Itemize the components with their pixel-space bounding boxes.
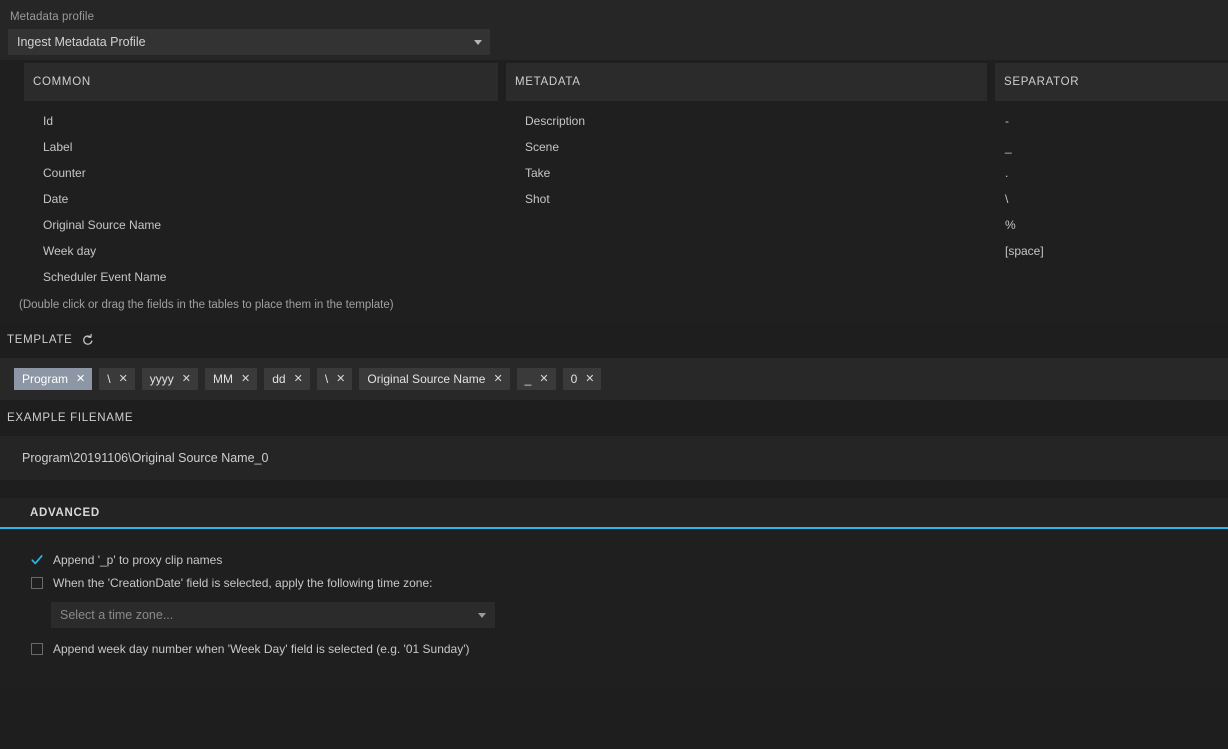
template-chip[interactable]: \ ✕ [99, 368, 135, 390]
metadata-table-header: METADATA [506, 63, 987, 101]
metadata-fields-table: METADATA Description Scene Take Shot [506, 63, 987, 295]
list-item[interactable]: \ [995, 186, 1228, 212]
separator-table-body: - _ . \ % [space] [995, 101, 1228, 295]
timezone-select-wrapper: Select a time zone... [0, 593, 1228, 628]
option-label: Append week day number when 'Week Day' f… [53, 641, 470, 656]
field-tables-region: COMMON Id Label Counter Date Original So… [0, 60, 1228, 322]
template-title-text: TEMPLATE [7, 334, 73, 346]
advanced-region: ADVANCED Append '_p' to proxy clip names… [0, 498, 1228, 687]
list-item[interactable]: _ [995, 134, 1228, 160]
reset-arrow-icon[interactable] [81, 333, 95, 347]
template-chip-label: \ [324, 372, 329, 386]
advanced-body: Append '_p' to proxy clip names When the… [0, 529, 1228, 659]
metadata-profile-label: Metadata profile [10, 11, 95, 23]
common-table-body: Id Label Counter Date Original Source Na… [24, 101, 498, 295]
metadata-profile-select[interactable]: Ingest Metadata Profile [8, 29, 490, 55]
template-chip[interactable]: MM ✕ [205, 368, 258, 390]
template-chip[interactable]: 0 ✕ [562, 368, 602, 390]
template-chip-label: dd [272, 372, 286, 386]
template-chip[interactable]: _ ✕ [516, 368, 556, 390]
field-tables-row: COMMON Id Label Counter Date Original So… [0, 63, 1228, 295]
list-item[interactable]: Date [24, 186, 498, 212]
template-chips-bar[interactable]: Program ✕ \ ✕ yyyy ✕ MM ✕ dd ✕ \ ✕ Original Source N… [0, 358, 1228, 400]
list-item[interactable]: Scene [506, 134, 987, 160]
separator-table-header: SEPARATOR [995, 63, 1228, 101]
template-region: TEMPLATE Program ✕ \ ✕ yyyy ✕ MM ✕ dd ✕ \ ✕ Original… [0, 322, 1228, 400]
separator-fields-table: SEPARATOR - _ . \ % [space] [995, 63, 1228, 295]
close-icon[interactable]: ✕ [182, 373, 191, 385]
example-filename-region: EXAMPLE FILENAME Program\20191106\Origin… [0, 400, 1228, 480]
example-section-title: EXAMPLE FILENAME [0, 400, 1228, 436]
list-item[interactable]: Scheduler Event Name [24, 264, 498, 290]
common-table-header: COMMON [24, 63, 498, 101]
list-item[interactable]: % [995, 212, 1228, 238]
close-icon[interactable]: ✕ [336, 373, 345, 385]
list-item[interactable]: Take [506, 160, 987, 186]
close-icon[interactable]: ✕ [539, 373, 548, 385]
template-chip-label: Original Source Name [367, 372, 486, 386]
template-chip-label: 0 [570, 372, 578, 386]
list-item[interactable]: Shot [506, 186, 987, 212]
list-item[interactable]: [space] [995, 238, 1228, 264]
template-chip[interactable]: yyyy ✕ [141, 368, 199, 390]
template-section-title: TEMPLATE [0, 322, 1228, 358]
template-chip-label: _ [524, 372, 532, 386]
checkbox-unchecked-icon[interactable] [31, 642, 43, 655]
advanced-section-header: ADVANCED [0, 498, 1228, 527]
list-item[interactable]: Counter [24, 160, 498, 186]
option-label: Append '_p' to proxy clip names [53, 552, 223, 567]
list-item[interactable]: Original Source Name [24, 212, 498, 238]
option-creationdate-timezone[interactable]: When the 'CreationDate' field is selecte… [0, 572, 1228, 593]
template-chip[interactable]: Original Source Name ✕ [359, 368, 510, 390]
template-chip[interactable]: dd ✕ [264, 368, 310, 390]
template-chip-label: yyyy [149, 372, 174, 386]
list-item[interactable]: Description [506, 108, 987, 134]
metadata-table-body: Description Scene Take Shot [506, 101, 987, 295]
template-chip-label: Program [22, 372, 69, 386]
template-chip-label: MM [213, 372, 234, 386]
close-icon[interactable]: ✕ [241, 373, 250, 385]
option-append-proxy-suffix[interactable]: Append '_p' to proxy clip names [0, 549, 1228, 570]
checkbox-unchecked-icon[interactable] [31, 576, 43, 589]
list-item[interactable]: - [995, 108, 1228, 134]
template-chip[interactable]: \ ✕ [316, 368, 353, 390]
timezone-select[interactable]: Select a time zone... [51, 602, 495, 628]
timezone-placeholder: Select a time zone... [60, 608, 174, 622]
chevron-down-icon [474, 40, 482, 45]
close-icon[interactable]: ✕ [76, 373, 85, 385]
list-item[interactable]: Week day [24, 238, 498, 264]
template-chip-label: \ [107, 372, 111, 386]
list-item[interactable]: Label [24, 134, 498, 160]
metadata-profile-value: Ingest Metadata Profile [17, 35, 146, 49]
list-item[interactable]: . [995, 160, 1228, 186]
common-fields-table: COMMON Id Label Counter Date Original So… [24, 63, 498, 295]
list-item[interactable]: Id [24, 108, 498, 134]
option-append-week-day-number[interactable]: Append week day number when 'Week Day' f… [0, 638, 1228, 659]
option-label: When the 'CreationDate' field is selecte… [53, 575, 433, 590]
chevron-down-icon [478, 613, 486, 618]
example-filename-value: Program\20191106\Original Source Name_0 [0, 436, 1228, 480]
drag-fields-hint: (Double click or drag the fields in the … [19, 299, 394, 311]
close-icon[interactable]: ✕ [585, 373, 594, 385]
template-chip[interactable]: Program ✕ [14, 368, 93, 390]
metadata-profile-section: Metadata profile Ingest Metadata Profile [0, 0, 1228, 60]
close-icon[interactable]: ✕ [294, 373, 303, 385]
close-icon[interactable]: ✕ [493, 373, 502, 385]
close-icon[interactable]: ✕ [119, 373, 128, 385]
example-title-text: EXAMPLE FILENAME [7, 412, 134, 424]
checkmark-icon[interactable] [31, 554, 43, 566]
